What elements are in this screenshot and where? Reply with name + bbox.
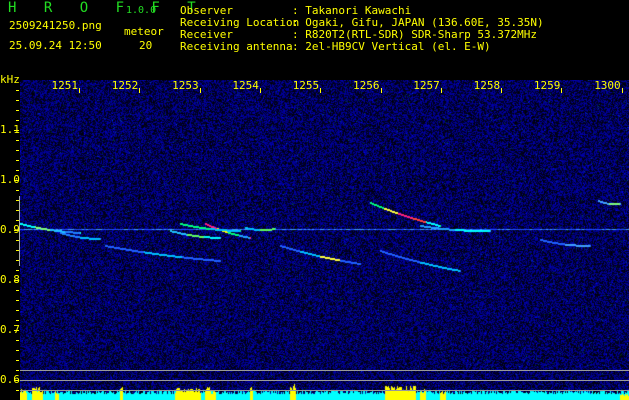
x-tick-label: 1300 (594, 79, 621, 92)
x-tick-label: 1251 (51, 79, 79, 92)
x-tick-label: 1255 (292, 79, 320, 92)
axes-overlay (14, 88, 629, 391)
y-unit-label: kHz (0, 73, 20, 86)
y-tick-label: 1.1 (0, 123, 20, 136)
x-tick-label: 1253 (172, 79, 199, 92)
y-tick-label: 0.9 (0, 223, 20, 236)
x-tick-label: 1254 (232, 79, 259, 92)
y-tick-label: 0.6 (0, 373, 20, 386)
y-tick-label: 1.0 (0, 173, 20, 186)
x-tick-label: 1252 (111, 79, 139, 92)
x-tick-label: 1257 (413, 79, 440, 92)
y-tick-label: 0.8 (0, 273, 20, 286)
y-tick-label: 0.7 (0, 323, 20, 336)
x-tick-label: 1259 (533, 79, 561, 92)
x-tick-label: 1258 (473, 79, 501, 92)
x-tick-label: 1256 (353, 79, 380, 92)
